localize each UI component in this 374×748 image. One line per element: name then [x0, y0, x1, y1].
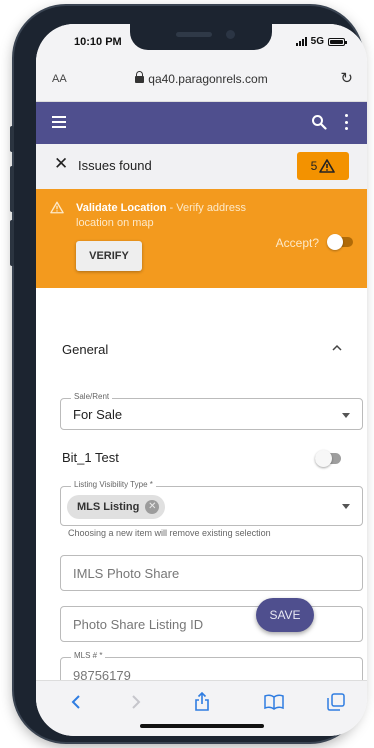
share-icon[interactable]: [190, 691, 214, 713]
sale-rent-select[interactable]: Sale/Rent For Sale: [60, 392, 363, 430]
hamburger-icon[interactable]: [52, 116, 66, 128]
browser-toolbar: [36, 680, 367, 736]
sale-rent-value: For Sale: [73, 407, 123, 422]
reload-icon[interactable]: ↻: [340, 69, 353, 87]
warning-icon: [50, 201, 64, 214]
phone-frame: 10:10 PM 5G AA qa40.paragonrels.com ↻ ✕: [10, 6, 367, 742]
save-button[interactable]: SAVE: [256, 598, 314, 632]
chevron-down-icon: [342, 413, 350, 418]
listing-visibility-label: Listing Visibility Type *: [71, 480, 156, 489]
status-indicators: 5G: [295, 36, 347, 47]
app-header: [36, 102, 367, 144]
imls-photo-share-field[interactable]: IMLS Photo Share: [60, 555, 363, 591]
chevron-up-icon[interactable]: [331, 342, 343, 354]
mls-number-label: MLS # *: [71, 651, 106, 660]
battery-icon: [328, 37, 347, 46]
volume-button: [10, 220, 14, 266]
photo-share-listing-id-placeholder: Photo Share Listing ID: [73, 617, 204, 632]
validate-location-message: Validate Location - Verify address locat…: [76, 201, 276, 231]
volume-button: [10, 126, 14, 152]
bit-test-toggle[interactable]: [315, 450, 341, 467]
signal-icon: [295, 37, 307, 46]
issues-count-badge[interactable]: 5: [297, 152, 349, 180]
status-time: 10:10 PM: [74, 36, 122, 48]
home-indicator: [140, 724, 264, 728]
warning-icon: [319, 159, 336, 173]
bookmarks-icon[interactable]: [262, 691, 286, 713]
chevron-down-icon: [342, 504, 350, 509]
bit-test-label: Bit_1 Test: [62, 450, 119, 465]
photo-share-listing-id-field[interactable]: Photo Share Listing ID: [60, 606, 363, 642]
mls-number-field[interactable]: MLS # * 98756179: [60, 651, 363, 680]
lock-icon: [135, 71, 145, 83]
search-icon[interactable]: [311, 114, 327, 130]
chip-remove-icon[interactable]: ✕: [145, 500, 160, 514]
speaker: [176, 32, 212, 37]
issues-title: Issues found: [78, 158, 152, 173]
listing-visibility-select[interactable]: Listing Visibility Type * MLS Listing ✕: [60, 480, 363, 526]
url-field[interactable]: qa40.paragonrels.com: [36, 71, 367, 86]
kebab-icon[interactable]: [343, 114, 349, 130]
issues-bar: ✕ Issues found 5: [36, 144, 367, 189]
validate-location-banner: Validate Location - Verify address locat…: [36, 189, 367, 288]
validate-location-title: Validate Location: [76, 202, 167, 214]
phone-screen: 10:10 PM 5G AA qa40.paragonrels.com ↻ ✕: [36, 24, 367, 736]
notch: [130, 24, 272, 50]
close-icon[interactable]: ✕: [54, 154, 68, 174]
issues-count: 5: [310, 159, 318, 173]
imls-photo-share-placeholder: IMLS Photo Share: [73, 566, 180, 581]
tabs-icon[interactable]: [324, 691, 348, 713]
verify-button[interactable]: VERIFY: [76, 241, 142, 271]
accept-toggle[interactable]: [327, 234, 353, 250]
form-content[interactable]: General Sale/Rent For Sale Bit_1 Test Li…: [36, 288, 367, 680]
sale-rent-label: Sale/Rent: [71, 392, 113, 401]
volume-button: [10, 166, 14, 212]
back-icon[interactable]: [64, 691, 88, 713]
camera: [226, 30, 235, 39]
section-title-general: General: [62, 342, 109, 357]
mls-number-value: 98756179: [73, 668, 131, 680]
accept-label: Accept?: [275, 236, 319, 250]
browser-address-bar[interactable]: AA qa40.paragonrels.com ↻: [36, 58, 367, 102]
message-separator: -: [166, 202, 177, 214]
forward-icon[interactable]: [124, 691, 148, 713]
url-text: qa40.paragonrels.com: [148, 72, 268, 86]
helper-text: Choosing a new item will remove existing…: [68, 528, 271, 538]
mls-listing-chip[interactable]: MLS Listing ✕: [67, 495, 166, 519]
chip-label: MLS Listing: [77, 501, 140, 513]
network-label: 5G: [310, 36, 324, 47]
